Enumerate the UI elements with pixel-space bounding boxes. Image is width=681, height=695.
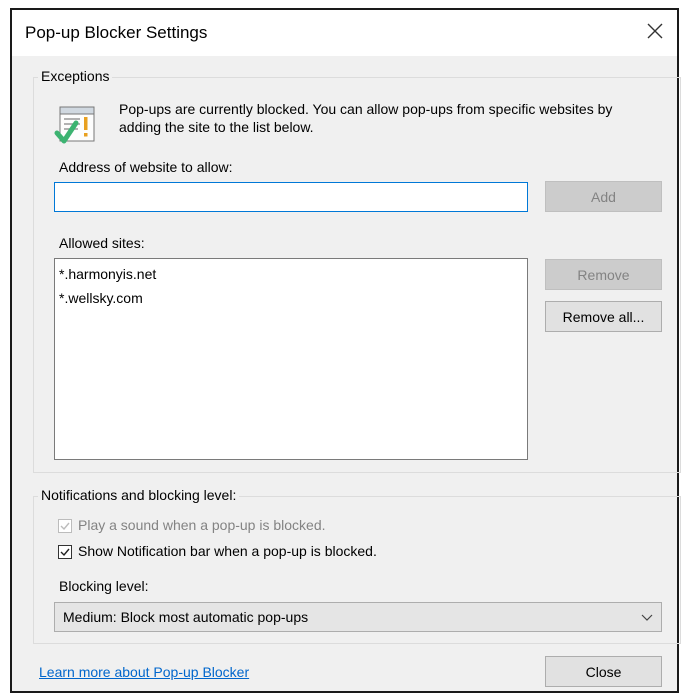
checkmark-icon: [60, 548, 70, 557]
close-button[interactable]: Close: [545, 656, 662, 687]
add-button[interactable]: Add: [545, 181, 662, 212]
window-title: Pop-up Blocker Settings: [25, 23, 208, 42]
remove-all-button[interactable]: Remove all...: [545, 301, 662, 332]
title-bar: Pop-up Blocker Settings: [12, 10, 677, 56]
chevron-down-icon: [641, 614, 653, 621]
address-input[interactable]: [54, 182, 528, 212]
exceptions-info-text: Pop-ups are currently blocked. You can a…: [119, 101, 613, 135]
address-label: Address of website to allow:: [59, 159, 233, 175]
popup-warning-icon: [54, 106, 95, 144]
notifications-group-label: Notifications and blocking level:: [38, 487, 240, 503]
blocking-level-label: Blocking level:: [59, 578, 149, 594]
play-sound-checkbox[interactable]: [58, 519, 72, 533]
show-notification-bar-checkbox[interactable]: [58, 545, 72, 559]
show-notification-bar-label[interactable]: Show Notification bar when a pop-up is b…: [78, 543, 377, 559]
list-item[interactable]: *.wellsky.com: [59, 286, 523, 310]
exceptions-group-label: Exceptions: [38, 68, 113, 84]
close-icon[interactable]: [643, 19, 667, 43]
list-item[interactable]: *.harmonyis.net: [59, 262, 523, 286]
blocking-level-value: Medium: Block most automatic pop-ups: [63, 609, 309, 625]
allowed-sites-label: Allowed sites:: [59, 235, 145, 251]
allowed-sites-list[interactable]: *.harmonyis.net *.wellsky.com: [54, 258, 528, 460]
checkmark-icon: [60, 522, 70, 531]
remove-button[interactable]: Remove: [545, 259, 662, 290]
learn-more-link[interactable]: Learn more about Pop-up Blocker: [39, 664, 249, 680]
popup-blocker-dialog: Pop-up Blocker Settings Exceptions Pop-u…: [10, 8, 681, 693]
blocking-level-select[interactable]: Medium: Block most automatic pop-ups: [54, 602, 662, 632]
play-sound-label[interactable]: Play a sound when a pop-up is blocked.: [78, 517, 326, 533]
